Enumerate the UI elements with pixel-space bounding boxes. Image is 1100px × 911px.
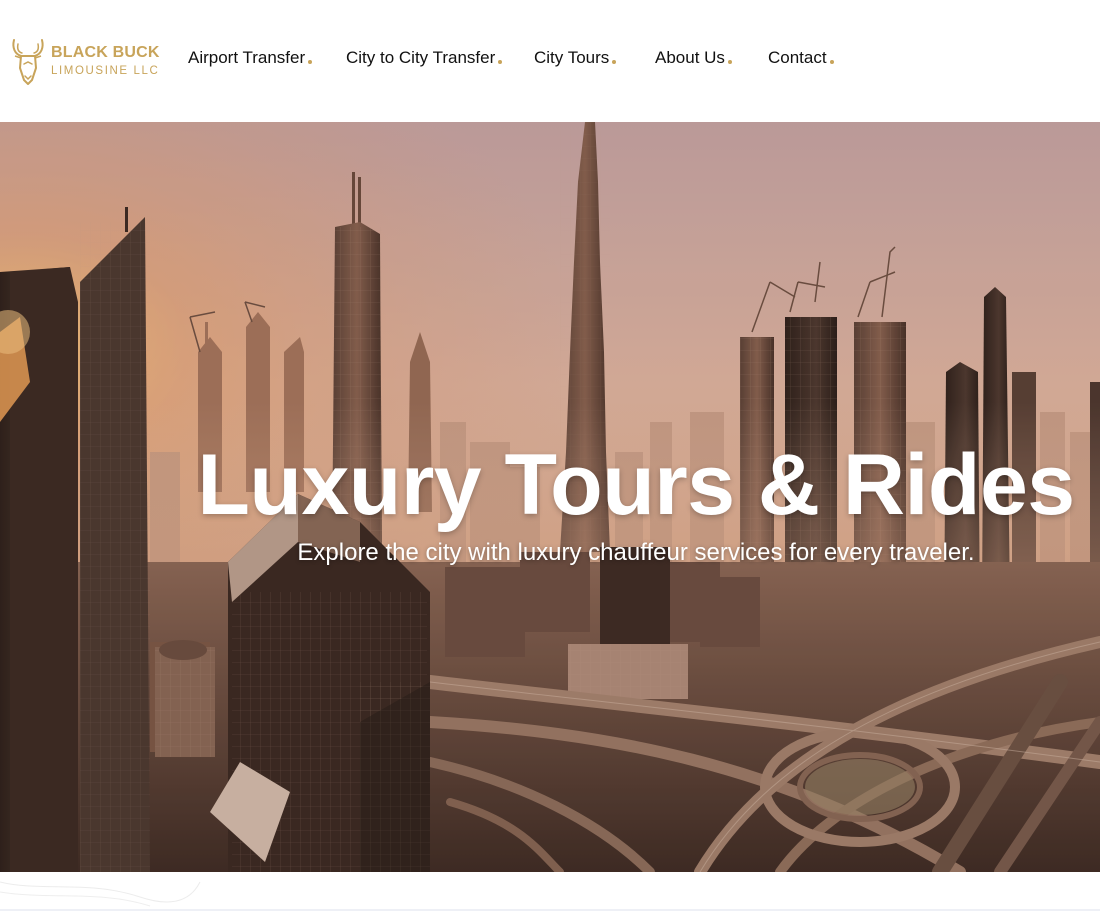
hero-subtitle: Explore the city with luxury chauffeur s… bbox=[297, 539, 975, 566]
nav-dot bbox=[612, 60, 617, 64]
nav-item-label: Contact bbox=[768, 48, 827, 67]
nav-item-city-to-city-transfer[interactable]: City to City Transfer bbox=[346, 48, 503, 68]
hero-banner: Luxury Tours & Rides Explore the city wi… bbox=[0, 122, 1100, 872]
nav-item-label: About Us bbox=[655, 48, 725, 67]
nav-item-label: City to City Transfer bbox=[346, 48, 496, 67]
nav-dot bbox=[308, 60, 313, 64]
nav-item-label: Airport Transfer bbox=[188, 48, 306, 67]
nav-item-about-us[interactable]: About Us bbox=[655, 48, 732, 68]
hero-title: Luxury Tours & Rides bbox=[197, 436, 1075, 533]
nav-item-contact[interactable]: Contact bbox=[768, 48, 834, 68]
brand-name-line1: BLACK BUCK bbox=[51, 43, 160, 61]
nav-item-city-tours[interactable]: City Tours bbox=[534, 48, 617, 68]
nav-dot bbox=[829, 60, 834, 64]
nav-dot bbox=[727, 60, 732, 64]
nav-dot bbox=[498, 60, 503, 64]
site-header: BLACK BUCK LIMOUSINE LLC Airport Transfe… bbox=[0, 0, 1100, 122]
buck-head-icon bbox=[12, 39, 44, 85]
brand-name: BLACK BUCK LIMOUSINE LLC bbox=[51, 43, 160, 78]
decorative-lines bbox=[0, 881, 1100, 911]
section-divider bbox=[0, 872, 1100, 911]
brand-name-line2: LIMOUSINE LLC bbox=[51, 64, 160, 77]
nav-item-label: City Tours bbox=[534, 48, 610, 67]
nav-item-airport-transfer[interactable]: Airport Transfer bbox=[188, 48, 313, 68]
brand-logo[interactable]: BLACK BUCK LIMOUSINE LLC bbox=[9, 36, 160, 86]
